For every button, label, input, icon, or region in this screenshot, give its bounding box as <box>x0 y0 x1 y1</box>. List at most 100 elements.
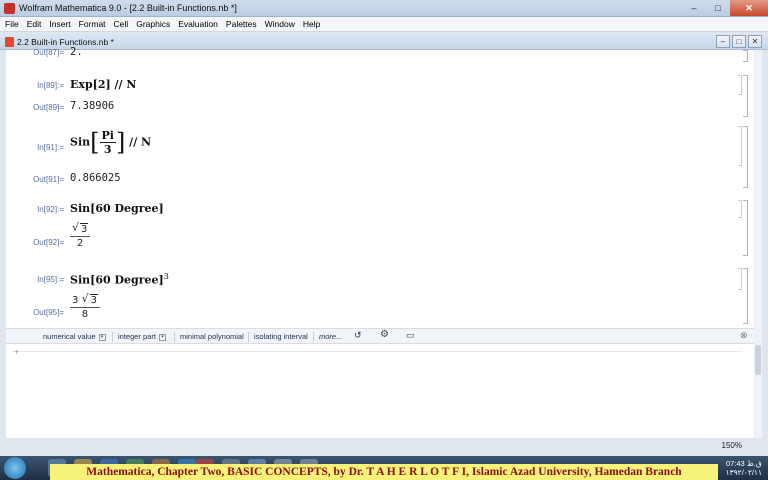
suggestion-minimal-polynomial[interactable]: minimal polynomial <box>180 332 244 341</box>
suggestion-label: numerical value <box>43 332 96 341</box>
output-label: Out[89]= <box>33 103 64 112</box>
menu-help[interactable]: Help <box>303 19 320 29</box>
open-bracket: [ <box>90 128 100 157</box>
separator <box>174 332 175 342</box>
menu-bar: File Edit Insert Format Cell Graphics Ev… <box>0 17 768 32</box>
suggestion-more[interactable]: more... <box>319 332 342 341</box>
new-cell-insertion-line[interactable] <box>12 351 742 352</box>
menu-edit[interactable]: Edit <box>27 19 42 29</box>
menu-window[interactable]: Window <box>265 19 295 29</box>
menu-palettes[interactable]: Palettes <box>226 19 257 29</box>
fraction-numerator: 3 √ 3 <box>70 292 100 308</box>
square-root: √ 3 <box>82 292 98 307</box>
coefficient: 3 <box>72 295 79 306</box>
gear-icon[interactable]: ⚙ <box>380 329 389 340</box>
input-expression[interactable]: Sin[60 Degree]3 <box>70 272 169 287</box>
maximize-button[interactable]: □ <box>706 0 730 16</box>
lecture-caption-banner: Mathematica, Chapter Two, BASIC CONCEPTS… <box>50 464 718 480</box>
cell-group-bracket[interactable] <box>743 200 748 256</box>
separator <box>313 332 314 342</box>
exponent: 3 <box>163 272 169 281</box>
fraction-denominator: 2 <box>77 238 84 249</box>
close-button[interactable]: ✕ <box>730 0 768 16</box>
input-expression[interactable]: Exp[2] // N <box>70 78 136 91</box>
fraction-numerator: Pi <box>99 129 116 143</box>
clock-date: ۱۳۹۲/۰۲/۱۱ <box>725 468 762 477</box>
input-cell-bracket[interactable] <box>738 75 742 95</box>
suggestions-bar: numerical value ▾ integer part ▾ minimal p… <box>6 328 756 344</box>
menu-graphics[interactable]: Graphics <box>136 19 170 29</box>
fraction-denominator: 3 <box>103 143 112 156</box>
input-expression[interactable]: Sin[Pi 3] // N <box>70 129 151 156</box>
input-label: In[89]:= <box>37 81 64 90</box>
notebook-title: 2.2 Built-in Functions.nb * <box>17 37 114 47</box>
input-cell-bracket[interactable] <box>738 126 742 166</box>
input-label: In[92]:= <box>37 205 64 214</box>
suggestion-label: integer part <box>118 332 156 341</box>
menu-file[interactable]: File <box>5 19 19 29</box>
output-value: 7.38906 <box>70 100 115 112</box>
output-label: Out[92]= <box>33 238 64 247</box>
output-label: Out[87]= <box>33 48 64 57</box>
output-label: Out[95]= <box>33 308 64 317</box>
output-value: 2. <box>70 46 83 58</box>
function-name: Sin <box>70 135 91 149</box>
fraction: Pi 3 <box>99 129 116 156</box>
radical-sign: √ <box>72 221 80 234</box>
menu-cell[interactable]: Cell <box>114 19 129 29</box>
clock-suffix: ق.ظ <box>746 459 762 468</box>
suggestion-isolating-interval[interactable]: isolating interval <box>254 332 308 341</box>
clock-time: 07:43 <box>725 459 745 468</box>
window-title-bar: Wolfram Mathematica 9.0 - [2.2 Built-in … <box>0 0 768 17</box>
postfix-operator: // N <box>129 135 152 149</box>
input-expression[interactable]: Sin[60 Degree] <box>70 202 164 215</box>
vertical-scrollbar[interactable] <box>754 50 762 438</box>
minimize-button[interactable]: – <box>682 0 706 16</box>
cell-bracket[interactable] <box>743 50 748 62</box>
dropdown-icon[interactable]: ▾ <box>98 333 106 341</box>
notebook-icon <box>5 37 14 47</box>
output-fraction: √ 3 2 <box>70 221 91 250</box>
input-label: In[91]:= <box>37 143 64 152</box>
menu-evaluation[interactable]: Evaluation <box>178 19 218 29</box>
cell-group-bracket[interactable] <box>743 75 748 117</box>
output-value: 0.866025 <box>70 172 121 184</box>
close-bracket: ] <box>115 128 126 157</box>
notebook-minimize-button[interactable]: – <box>716 35 730 48</box>
input-label: In[95]:= <box>37 275 64 284</box>
undo-icon[interactable]: ↺ <box>354 330 362 341</box>
separator <box>248 332 249 342</box>
fraction: √ 3 2 <box>70 221 91 250</box>
notebook-body[interactable]: Out[87]= 2. In[89]:= Exp[2] // N Out[89]… <box>0 46 768 438</box>
notebook-restore-button[interactable]: □ <box>732 35 746 48</box>
notebook-close-button[interactable]: ✕ <box>748 35 762 48</box>
start-button-icon[interactable] <box>4 457 26 479</box>
suggestion-integer-part[interactable]: integer part ▾ <box>118 332 166 341</box>
menu-format[interactable]: Format <box>79 19 106 29</box>
menu-insert[interactable]: Insert <box>49 19 70 29</box>
output-label: Out[91]= <box>33 175 64 184</box>
close-suggestions-icon[interactable]: ⊗ <box>740 330 748 341</box>
radicand: 3 <box>89 294 98 306</box>
zoom-level[interactable]: 150% <box>722 441 742 450</box>
dropdown-icon[interactable]: ▾ <box>158 333 166 341</box>
window-title: Wolfram Mathematica 9.0 - [2.2 Built-in … <box>19 3 237 13</box>
fraction: 3 √ 3 8 <box>70 292 100 321</box>
output-fraction: 3 √ 3 8 <box>70 292 100 321</box>
suggestion-numerical-value[interactable]: numerical value ▾ <box>43 332 106 341</box>
notebook-title-bar: 2.2 Built-in Functions.nb * – □ ✕ <box>0 34 768 50</box>
fraction-denominator: 8 <box>81 309 89 320</box>
clock[interactable]: 07:43 ق.ظ ۱۳۹۲/۰۲/۱۱ <box>726 459 762 477</box>
input-text: Sin[60 Degree] <box>70 273 164 287</box>
feedback-icon[interactable]: ▭ <box>406 330 415 341</box>
input-cell-bracket[interactable] <box>738 268 742 290</box>
cell-group-bracket[interactable] <box>743 268 748 324</box>
scrollbar-thumb[interactable] <box>755 345 761 375</box>
separator <box>112 332 113 342</box>
radicand: 3 <box>80 223 89 235</box>
new-cell-marker[interactable]: + <box>14 347 19 357</box>
square-root: √ 3 <box>72 221 89 236</box>
fraction-numerator: √ 3 <box>70 221 91 237</box>
input-cell-bracket[interactable] <box>738 200 742 218</box>
cell-group-bracket[interactable] <box>743 126 748 188</box>
